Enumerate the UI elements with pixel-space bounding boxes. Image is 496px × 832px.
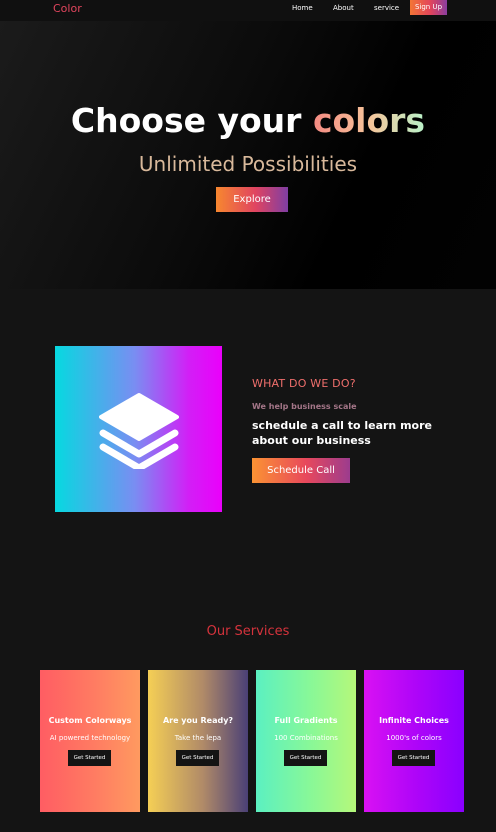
explore-button[interactable]: Explore xyxy=(216,187,288,212)
nav-link-about[interactable]: About xyxy=(333,4,354,12)
service-card: Infinite Choices 1000's of colors Get St… xyxy=(364,670,464,812)
card-subtitle: 100 Combinations xyxy=(274,734,338,742)
card-title: Full Gradients xyxy=(274,716,338,725)
page: Color Home About service Sign Up Choose … xyxy=(0,0,496,832)
hero-title-white: Choose your xyxy=(70,101,302,140)
service-card: Custom Colorways AI powered technology G… xyxy=(40,670,140,812)
nav-link-service[interactable]: service xyxy=(374,4,399,12)
schedule-text: schedule a call to learn more about our … xyxy=(252,419,432,447)
get-started-button[interactable]: Get Started xyxy=(284,750,327,766)
card-title: Infinite Choices xyxy=(379,716,449,725)
logo[interactable]: Color xyxy=(53,2,82,15)
get-started-button[interactable]: Get Started xyxy=(176,750,219,766)
hero-title-colors: colors xyxy=(312,101,426,140)
services-title: Our Services xyxy=(206,624,290,639)
card-title: Custom Colorways xyxy=(48,716,132,725)
card-subtitle: Take the lepa xyxy=(174,734,222,742)
section-heading: WHAT DO WE DO? xyxy=(252,377,356,390)
nav-link-home[interactable]: Home xyxy=(292,4,313,12)
signup-button[interactable]: Sign Up xyxy=(410,0,447,15)
feature-image xyxy=(55,346,222,512)
top-nav: Color Home About service Sign Up xyxy=(0,0,496,21)
layers-icon xyxy=(99,393,179,469)
card-subtitle: AI powered technology xyxy=(49,734,131,742)
service-card: Are you Ready? Take the lepa Get Started xyxy=(148,670,248,812)
get-started-button[interactable]: Get Started xyxy=(392,750,435,766)
hero-section: Choose your colors Unlimited Possibiliti… xyxy=(0,21,496,289)
card-title: Are you Ready? xyxy=(162,716,234,725)
tagline: We help business scale xyxy=(252,402,357,411)
hero-subtitle: Unlimited Possibilities xyxy=(138,152,358,176)
card-subtitle: 1000's of colors xyxy=(386,734,442,742)
get-started-button[interactable]: Get Started xyxy=(68,750,111,766)
service-card: Full Gradients 100 Combinations Get Star… xyxy=(256,670,356,812)
hero-title: Choose your colors xyxy=(0,101,496,141)
schedule-call-button[interactable]: Schedule Call xyxy=(252,458,350,483)
